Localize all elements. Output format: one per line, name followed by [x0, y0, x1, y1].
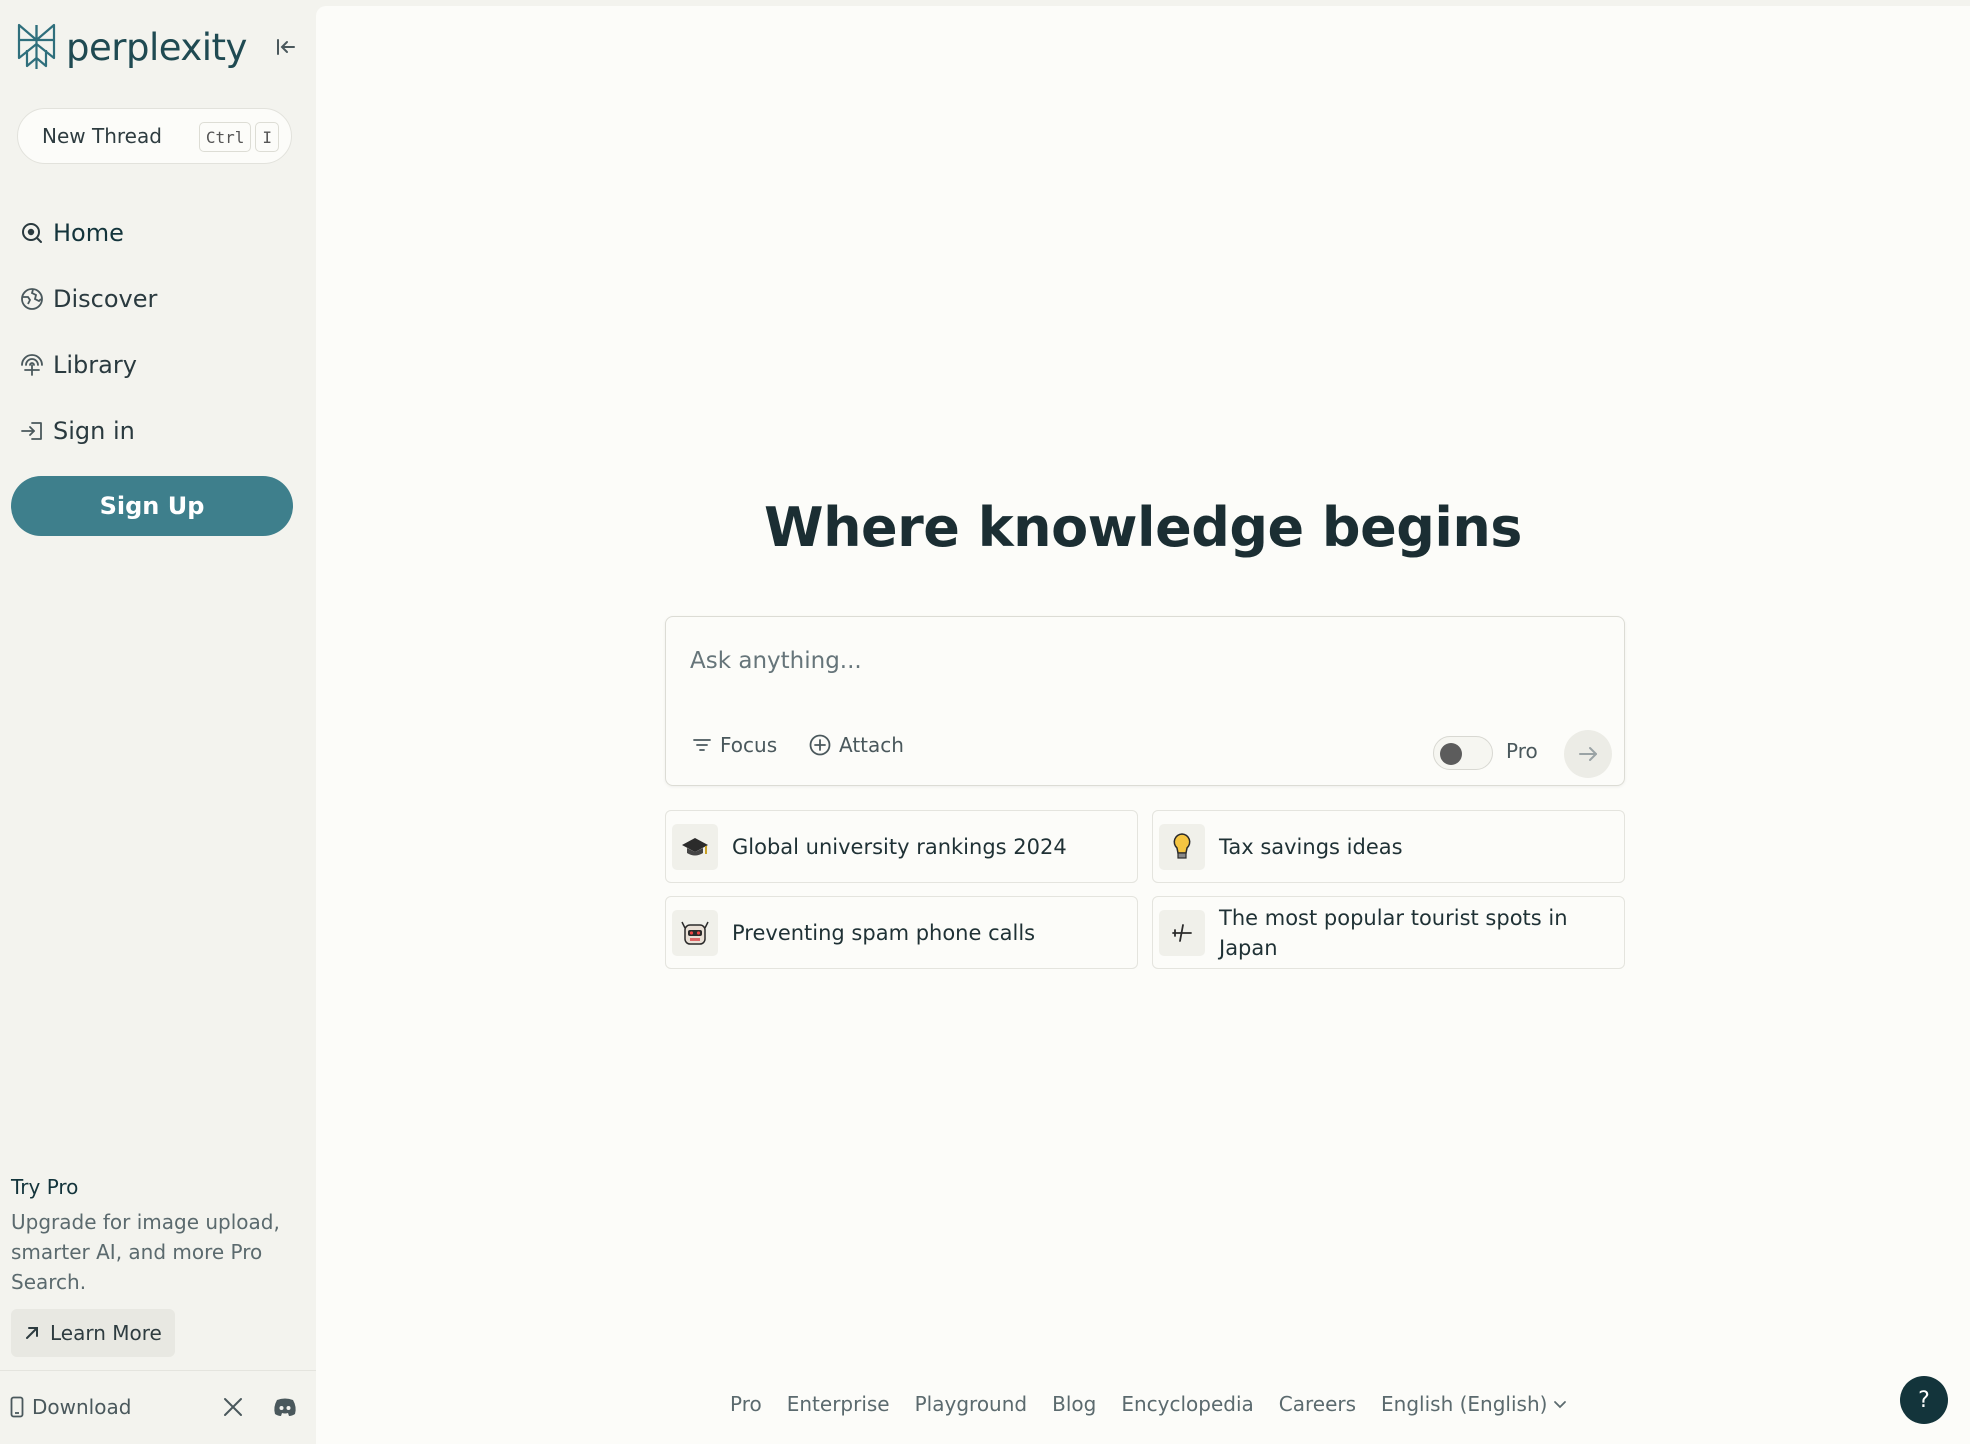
suggestion-text: The most popular tourist spots in Japan	[1219, 905, 1568, 960]
footer-link-blog[interactable]: Blog	[1052, 1392, 1096, 1416]
collapse-icon	[277, 39, 295, 55]
plus-circle-icon	[809, 734, 831, 756]
app-window: perplexity New Thread Ctrl I Home Discov…	[0, 0, 1970, 1444]
new-thread-label: New Thread	[42, 124, 162, 148]
download-label: Download	[32, 1395, 132, 1419]
suggestion-card[interactable]: Preventing spam phone calls	[665, 896, 1138, 969]
sidebar-item-label: Discover	[53, 285, 158, 313]
graduation-cap-icon	[672, 823, 718, 870]
language-selector[interactable]: English (English)	[1381, 1392, 1567, 1416]
sign-in-icon	[18, 417, 46, 445]
brand-name: perplexity	[66, 25, 247, 69]
submit-button[interactable]	[1564, 730, 1612, 778]
footer-link-playground[interactable]: Playground	[915, 1392, 1027, 1416]
footer-link-careers[interactable]: Careers	[1279, 1392, 1356, 1416]
arrow-up-right-icon	[26, 1327, 38, 1339]
suggestion-text: Preventing spam phone calls	[732, 920, 1036, 945]
arrow-right-icon	[1579, 747, 1597, 761]
sidebar-item-label: Sign in	[53, 417, 135, 445]
focus-button[interactable]: Focus	[692, 733, 777, 757]
try-pro-title: Try Pro	[11, 1175, 79, 1199]
language-label: English (English)	[1381, 1392, 1548, 1416]
sidebar-item-discover[interactable]: Discover	[18, 266, 288, 332]
lightbulb-icon	[1159, 823, 1205, 870]
airplane-icon	[1159, 909, 1205, 956]
sidebar-item-label: Library	[53, 351, 137, 379]
footer-link-pro[interactable]: Pro	[730, 1392, 762, 1416]
shortcut-key-i: I	[255, 122, 279, 152]
suggestion-card[interactable]: The most popular tourist spots in Japan	[1152, 896, 1625, 969]
sidebar-item-library[interactable]: Library	[18, 332, 288, 398]
logo[interactable]: perplexity	[15, 22, 247, 72]
attach-label: Attach	[839, 733, 904, 757]
chevron-down-icon	[1554, 1401, 1567, 1409]
help-button[interactable]: ?	[1900, 1376, 1948, 1424]
sidebar-nav: Home Discover Library Sign in	[18, 200, 288, 464]
perplexity-logo-icon	[17, 23, 56, 69]
search-input[interactable]	[690, 643, 1570, 679]
search-box: Focus Attach Pro	[665, 616, 1625, 786]
footer-links: Pro Enterprise Playground Blog Encyclope…	[730, 1392, 1567, 1416]
globe-icon	[18, 285, 46, 313]
phone-icon	[10, 1396, 24, 1418]
robot-face-icon	[672, 909, 718, 956]
sidebar: perplexity New Thread Ctrl I Home Discov…	[0, 0, 316, 1444]
library-icon	[18, 351, 46, 379]
sidebar-item-home[interactable]: Home	[18, 200, 288, 266]
sidebar-footer: Download	[0, 1370, 316, 1444]
suggestion-text: Tax savings ideas	[1219, 834, 1403, 859]
shortcut-hint: Ctrl I	[198, 122, 279, 152]
learn-more-label: Learn More	[50, 1321, 162, 1345]
sidebar-item-sign-in[interactable]: Sign in	[18, 398, 288, 464]
page-title: Where knowledge begins	[764, 496, 1522, 559]
suggestion-card[interactable]: Tax savings ideas	[1152, 810, 1625, 883]
filter-icon	[693, 739, 711, 751]
main-content: Where knowledge begins Focus Attach Pro	[316, 6, 1970, 1444]
collapse-sidebar-button[interactable]	[270, 32, 302, 62]
suggestion-text: Global university rankings 2024	[732, 834, 1067, 859]
try-pro-panel: Try Pro Upgrade for image upload, smarte…	[11, 1175, 301, 1357]
download-button[interactable]: Download	[10, 1395, 131, 1419]
pro-toggle[interactable]	[1433, 736, 1493, 770]
sign-up-button[interactable]: Sign Up	[11, 476, 293, 536]
x-twitter-icon[interactable]	[223, 1397, 243, 1421]
new-thread-button[interactable]: New Thread Ctrl I	[17, 108, 292, 164]
sidebar-item-label: Home	[53, 219, 124, 247]
discord-icon[interactable]	[273, 1397, 297, 1421]
pro-toggle-label: Pro	[1506, 739, 1538, 763]
try-pro-description: Upgrade for image upload, smarter AI, an…	[11, 1210, 280, 1294]
focus-label: Focus	[720, 733, 778, 757]
shortcut-key-ctrl: Ctrl	[198, 122, 252, 152]
toggle-knob	[1440, 743, 1462, 765]
home-search-icon	[18, 219, 46, 247]
attach-button[interactable]: Attach	[809, 733, 904, 757]
suggestion-card[interactable]: Global university rankings 2024	[665, 810, 1138, 883]
footer-link-encyclopedia[interactable]: Encyclopedia	[1121, 1392, 1253, 1416]
learn-more-button[interactable]: Learn More	[11, 1309, 175, 1357]
footer-link-enterprise[interactable]: Enterprise	[787, 1392, 890, 1416]
